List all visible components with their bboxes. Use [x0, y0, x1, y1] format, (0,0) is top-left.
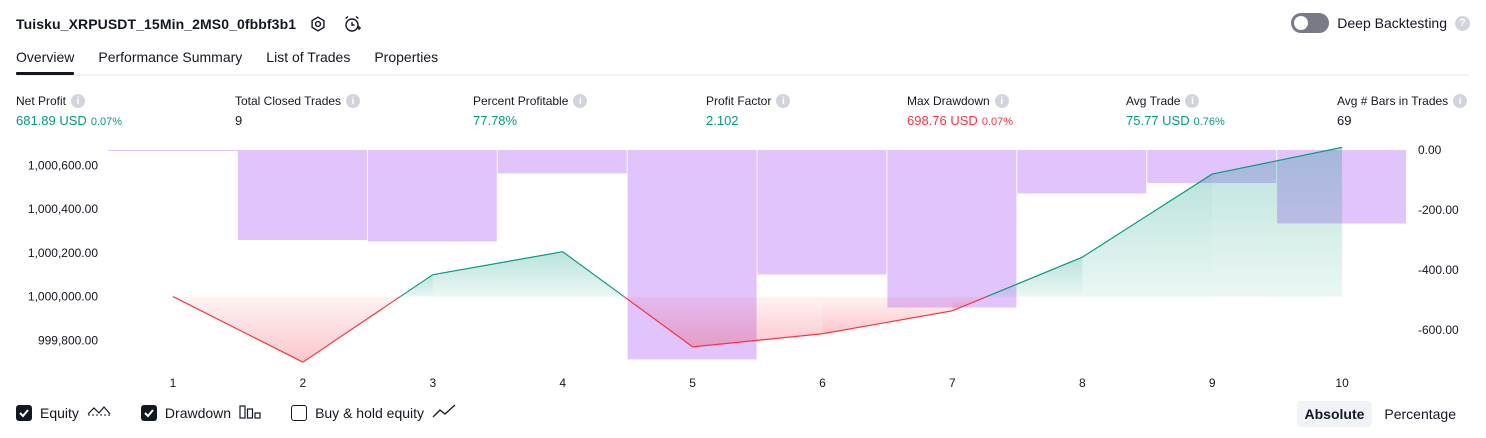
- metric-value: 9: [235, 113, 243, 128]
- metric-label: Net Profit: [16, 94, 67, 108]
- right-axis-tick-label: -600.00: [1418, 323, 1459, 337]
- metric-label: Total Closed Trades: [235, 94, 342, 108]
- deep-backtesting-control: Deep Backtesting ?: [1291, 13, 1470, 33]
- right-axis-labels: 0.00 -200.00 -400.00 -600.00: [1418, 143, 1459, 337]
- drawdown-bar: [237, 150, 367, 240]
- x-axis-tick-label: 5: [689, 376, 696, 390]
- metric-label: Avg # Bars in Trades: [1337, 94, 1449, 108]
- deep-backtesting-toggle[interactable]: [1291, 13, 1330, 33]
- info-icon[interactable]: i: [1453, 94, 1468, 108]
- metric-avg-bars-in-trades: Avg # Bars in Trades i 69: [1337, 93, 1468, 128]
- metric-value: 698.76 USD: [907, 113, 978, 128]
- metric-percent: 0.76%: [1193, 116, 1225, 128]
- x-axis-labels: 1 2 3 4 5 6 7 8 9 10: [170, 376, 1349, 390]
- legend-label: Equity: [40, 404, 79, 421]
- metric-label: Percent Profitable: [473, 94, 569, 108]
- drawdown-bar: [367, 150, 497, 242]
- x-axis-tick-label: 1: [170, 376, 177, 390]
- summary-metrics: Net Profit i 681.89 USD 0.07% Total Closed…: [0, 93, 1486, 133]
- tab-overview[interactable]: Overview: [16, 46, 75, 75]
- metric-label: Max Drawdown: [907, 94, 990, 108]
- add-alert-icon[interactable]: [340, 12, 364, 36]
- x-axis-tick-label: 7: [949, 376, 956, 390]
- tab-properties[interactable]: Properties: [374, 46, 438, 72]
- info-icon[interactable]: i: [1185, 94, 1200, 108]
- report-tabs: Overview Performance Summary List of Tra…: [16, 46, 1470, 76]
- drawdown-bar: [497, 150, 627, 174]
- metric-total-closed-trades: Total Closed Trades i 9: [235, 93, 361, 128]
- info-icon[interactable]: i: [776, 94, 791, 108]
- drawdown-bar: [887, 150, 1017, 308]
- legend-equity[interactable]: Equity: [16, 404, 111, 421]
- metric-value: 69: [1337, 113, 1352, 128]
- percentage-button[interactable]: Percentage: [1376, 401, 1464, 427]
- x-axis-tick-label: 6: [819, 376, 826, 390]
- settings-icon[interactable]: [306, 12, 330, 36]
- metric-net-profit: Net Profit i 681.89 USD 0.07%: [16, 93, 122, 128]
- right-axis-tick-label: 0.00: [1418, 143, 1442, 157]
- equity-area-segment: [432, 251, 563, 297]
- info-icon[interactable]: i: [994, 94, 1009, 108]
- left-axis-tick-label: 1,000,200.00: [28, 246, 98, 260]
- legend-drawdown[interactable]: Drawdown: [140, 403, 261, 422]
- metric-value: 77.78%: [473, 113, 518, 128]
- metric-value: 2.102: [706, 113, 739, 128]
- metric-max-drawdown: Max Drawdown i 698.76 USD 0.07%: [907, 93, 1013, 128]
- info-icon[interactable]: i: [71, 94, 86, 108]
- x-axis-tick-label: 4: [559, 376, 566, 390]
- x-axis-tick-label: 2: [300, 376, 307, 390]
- value-mode-switch: Absolute Percentage: [1296, 401, 1465, 427]
- checkbox-checked-icon[interactable]: [140, 404, 157, 421]
- metric-value: 681.89 USD: [16, 113, 87, 128]
- checkbox-unchecked-icon[interactable]: [291, 404, 308, 421]
- strategy-header: Tuisku_XRPUSDT_15Min_2MS0_0fbbf3b1: [16, 11, 364, 37]
- info-icon[interactable]: i: [573, 94, 588, 108]
- right-axis-tick-label: -200.00: [1418, 203, 1459, 217]
- help-icon[interactable]: ?: [1455, 15, 1470, 31]
- equity-line-icon: [87, 404, 111, 421]
- absolute-button[interactable]: Absolute: [1296, 401, 1373, 427]
- left-axis-labels: 1,000,600.00 1,000,400.00 1,000,200.00 1,00…: [28, 158, 98, 347]
- equity-area-segment: [822, 296, 953, 334]
- metric-profit-factor: Profit Factor i 2.102: [706, 93, 791, 128]
- x-axis-tick-label: 8: [1079, 376, 1086, 390]
- left-axis-tick-label: 999,800.00: [38, 333, 98, 347]
- left-axis-tick-label: 1,000,000.00: [28, 290, 98, 304]
- checkbox-checked-icon[interactable]: [16, 404, 32, 421]
- equity-drawdown-chart[interactable]: 1,000,600.00 1,000,400.00 1,000,200.00 1,00…: [0, 140, 1486, 395]
- info-icon[interactable]: i: [346, 94, 361, 108]
- buy-hold-line-icon: [432, 403, 456, 422]
- legend-buy-hold-equity[interactable]: Buy & hold equity: [291, 403, 456, 422]
- x-axis-tick-label: 9: [1209, 376, 1216, 390]
- x-axis-tick-label: 10: [1335, 376, 1349, 390]
- deep-backtesting-label: Deep Backtesting: [1337, 15, 1447, 31]
- tab-performance-summary[interactable]: Performance Summary: [98, 46, 242, 72]
- drawdown-bar: [757, 150, 887, 275]
- legend-label: Drawdown: [164, 404, 232, 421]
- drawdown-bar: [1017, 150, 1147, 194]
- x-axis-tick-label: 3: [429, 376, 436, 390]
- metric-label: Profit Factor: [706, 94, 772, 108]
- equity-area-segment: [692, 296, 823, 347]
- left-axis-tick-label: 1,000,600.00: [28, 158, 98, 172]
- tab-list-of-trades[interactable]: List of Trades: [266, 46, 350, 72]
- metric-percent: 0.07%: [981, 116, 1014, 128]
- left-axis-tick-label: 1,000,400.00: [28, 202, 98, 216]
- metric-label: Avg Trade: [1126, 94, 1181, 108]
- metric-avg-trade: Avg Trade i 75.77 USD 0.76%: [1126, 93, 1225, 128]
- chart-legend: Equity Drawdown Buy & hold equity: [16, 403, 486, 422]
- legend-label: Buy & hold equity: [315, 404, 425, 421]
- strategy-title: Tuisku_XRPUSDT_15Min_2MS0_0fbbf3b1: [16, 16, 297, 32]
- drawdown-bar: [108, 150, 238, 151]
- drawdown-bars-icon: [239, 403, 261, 422]
- metric-percent: 0.07%: [90, 116, 123, 128]
- metric-percent-profitable: Percent Profitable i 77.78%: [473, 93, 588, 128]
- metric-value: 75.77 USD: [1126, 113, 1190, 128]
- right-axis-tick-label: -400.00: [1418, 263, 1459, 277]
